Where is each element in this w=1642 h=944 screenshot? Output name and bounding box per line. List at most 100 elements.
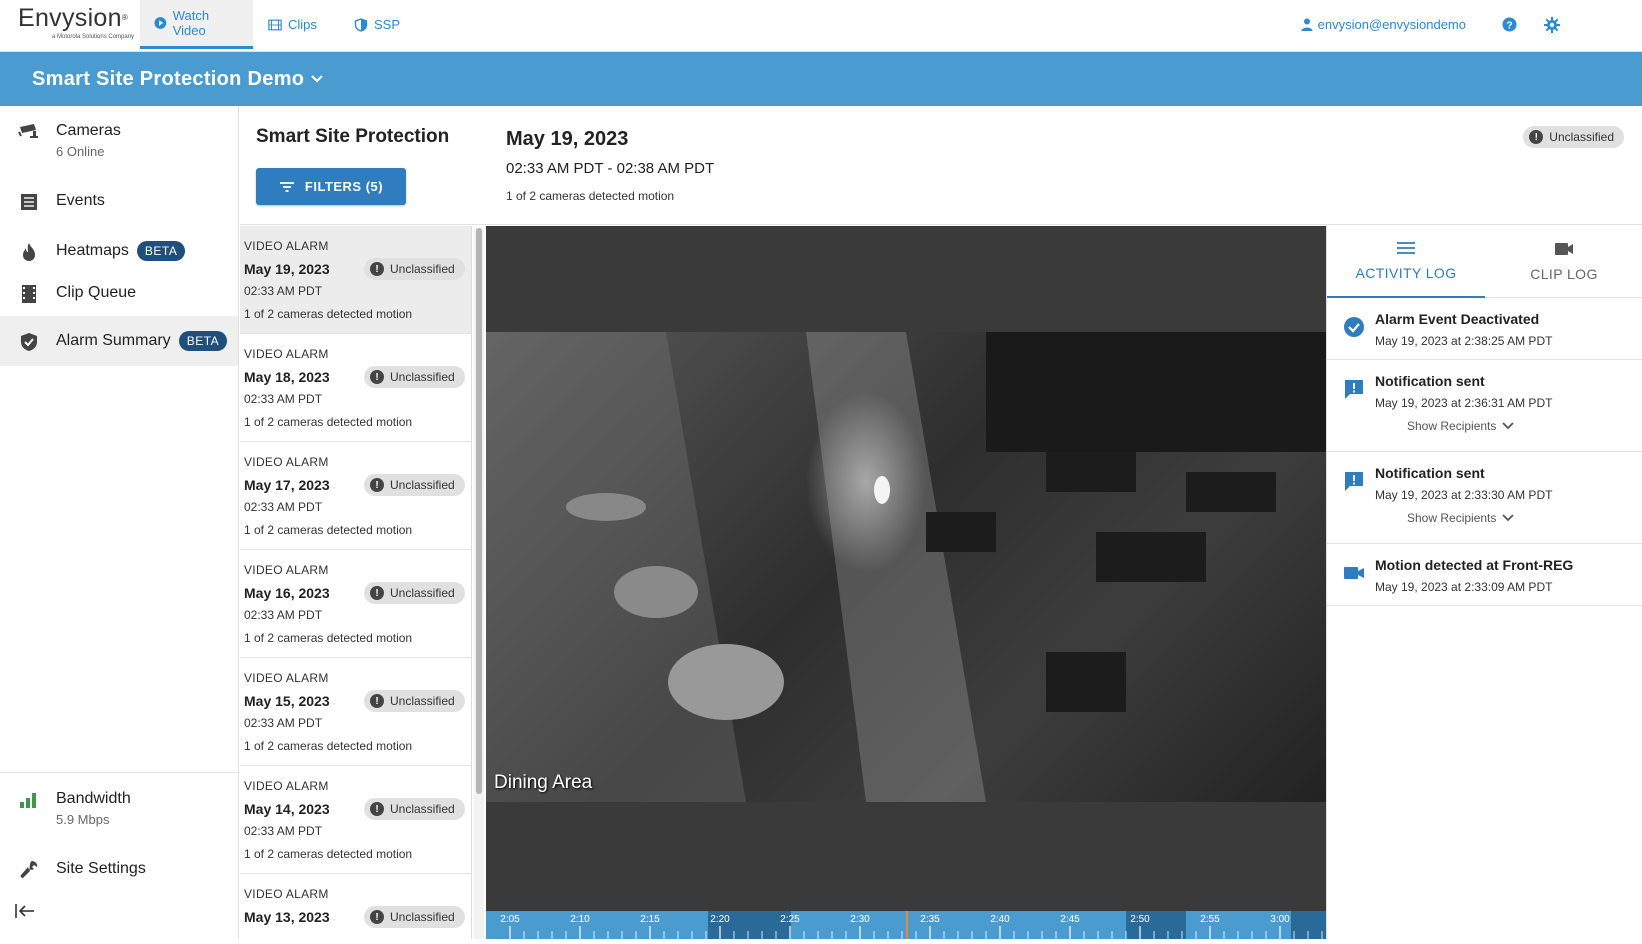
status-label: Unclassified xyxy=(390,586,455,600)
tab-ssp[interactable]: SSP xyxy=(340,0,414,49)
alarm-date: May 15, 2023 xyxy=(244,693,330,709)
video-camera-icon xyxy=(1555,243,1573,255)
filter-icon xyxy=(279,181,294,192)
status-badge[interactable]: ! Unclassified xyxy=(364,798,465,820)
logo-subtitle: a Motorola Solutions Company xyxy=(52,34,135,40)
show-recipients-button[interactable]: Show Recipients xyxy=(1407,511,1515,525)
video-timeline[interactable]: 2:05 2:10 2:15 2:20 2:25 2:30 2:35 2:40 2:45 2:50… xyxy=(486,911,1337,939)
timeline-tick-label: 2:20 xyxy=(710,914,730,925)
alarm-motion: 1 of 2 cameras detected motion xyxy=(244,523,413,537)
alarm-motion: 1 of 2 cameras detected motion xyxy=(244,415,413,429)
tab-clip-log[interactable]: CLIP LOG xyxy=(1485,226,1642,298)
wrench-icon xyxy=(18,859,40,881)
envysion-logo[interactable]: Envysion® a Motorola Solutions Company xyxy=(18,4,136,48)
section-title: Smart Site Protection xyxy=(256,126,450,147)
site-selector-bar: Smart Site Protection Demo xyxy=(0,52,1642,106)
alarm-list-item[interactable]: VIDEO ALARM May 17, 2023 02:33 AM PDT 1 of … xyxy=(240,442,471,550)
alarm-time: 02:33 AM PDT xyxy=(244,500,323,514)
sidebar-item-cameras[interactable]: Cameras 6 Online xyxy=(0,120,238,170)
settings-button[interactable] xyxy=(1544,0,1564,49)
sidebar-item-heatmaps[interactable]: Heatmaps BETA xyxy=(0,235,238,267)
alert-message-icon xyxy=(1343,470,1365,492)
sidebar-item-label: Alarm Summary xyxy=(56,332,171,349)
logo-text: Envysion xyxy=(18,4,122,32)
log-entry-title: Motion detected at Front-REG xyxy=(1375,557,1574,573)
activity-log-entry: Notification sent May 19, 2023 at 2:33:30… xyxy=(1327,453,1642,544)
status-label: Unclassified xyxy=(1549,130,1614,144)
status-badge[interactable]: ! Unclassified xyxy=(364,690,465,712)
alarm-date: May 16, 2023 xyxy=(244,585,330,601)
show-recipients-button[interactable]: Show Recipients xyxy=(1407,419,1515,433)
alert-circle-icon: ! xyxy=(370,694,384,708)
status-badge[interactable]: ! Unclassified xyxy=(364,258,465,280)
alarm-time: 02:33 AM PDT xyxy=(244,392,323,406)
timeline-tick-label: 2:35 xyxy=(920,914,940,925)
status-label: Unclassified xyxy=(390,910,455,924)
alarm-type: VIDEO ALARM xyxy=(244,563,329,577)
timeline-tick-label: 3:00 xyxy=(1270,914,1290,925)
collapse-sidebar-button[interactable] xyxy=(14,902,36,925)
alarm-date: May 19, 2023 xyxy=(244,261,330,277)
status-label: Unclassified xyxy=(390,370,455,384)
timeline-tick-label: 2:30 xyxy=(850,914,870,925)
timeline-tick-label: 2:15 xyxy=(640,914,660,925)
collapse-left-icon xyxy=(15,904,34,918)
status-badge[interactable]: ! Unclassified xyxy=(1523,126,1624,148)
alert-circle-icon: ! xyxy=(1529,130,1544,144)
alarm-date: May 17, 2023 xyxy=(244,477,330,493)
sidebar-item-clip-queue[interactable]: Clip Queue xyxy=(0,282,238,312)
status-badge[interactable]: ! Unclassified xyxy=(364,474,465,496)
status-label: Unclassified xyxy=(390,262,455,276)
check-circle-icon xyxy=(1343,316,1365,338)
sidebar-item-site-settings[interactable]: Site Settings xyxy=(0,858,238,888)
alarm-list-item[interactable]: VIDEO ALARM May 13, 2023! Unclassified xyxy=(240,874,471,939)
status-badge[interactable]: ! Unclassified xyxy=(364,366,465,388)
alarm-time: 02:33 AM PDT xyxy=(244,824,323,838)
timeline-recording-band xyxy=(1291,911,1326,939)
alarm-list-item[interactable]: VIDEO ALARM May 15, 2023 02:33 AM PDT 1 of … xyxy=(240,658,471,766)
site-title[interactable]: Smart Site Protection Demo xyxy=(32,68,304,91)
alarm-motion: 1 of 2 cameras detected motion xyxy=(244,847,413,861)
sidebar-item-bandwidth[interactable]: Bandwidth 5.9 Mbps xyxy=(0,788,238,838)
tab-label: SSP xyxy=(374,17,401,32)
timeline-tick-label: 2:55 xyxy=(1200,914,1220,925)
alarm-list-item[interactable]: VIDEO ALARM May 16, 2023 02:33 AM PDT 1 of … xyxy=(240,550,471,658)
film-icon xyxy=(268,19,282,30)
user-account-menu[interactable]: envysion@envysiondemo xyxy=(1301,0,1466,49)
camera-feed[interactable]: Dining Area xyxy=(486,332,1326,802)
video-camera-icon xyxy=(1343,562,1365,584)
help-button[interactable]: ? xyxy=(1502,0,1522,49)
status-badge[interactable]: ! Unclassified xyxy=(364,906,465,928)
tab-watch-video[interactable]: Watch Video xyxy=(140,0,253,49)
shield-check-icon xyxy=(18,331,40,353)
alarm-motion: 1 of 2 cameras detected motion xyxy=(244,739,413,753)
alarm-list-scrollbar[interactable] xyxy=(474,228,484,939)
camera-scene xyxy=(486,332,1326,802)
camera-label: Dining Area xyxy=(494,772,593,793)
alarm-time: 02:33 AM PDT xyxy=(244,284,323,298)
list-icon xyxy=(18,191,40,213)
sidebar-item-alarm-summary[interactable]: Alarm Summary BETA xyxy=(0,316,238,366)
sidebar-divider xyxy=(0,772,238,773)
timeline-tick-label: 2:10 xyxy=(570,914,590,925)
sidebar: Cameras 6 Online Events Heatmaps BETA Cl… xyxy=(0,106,239,939)
tab-label: Watch Video xyxy=(172,8,210,38)
alert-circle-icon: ! xyxy=(370,478,384,492)
scrollbar-thumb[interactable] xyxy=(476,228,482,794)
alarm-date: May 18, 2023 xyxy=(244,369,330,385)
filters-button[interactable]: FILTERS (5) xyxy=(256,168,406,205)
alarm-date: May 13, 2023 xyxy=(244,909,330,925)
gear-icon xyxy=(1544,16,1560,33)
alarm-list-item[interactable]: VIDEO ALARM May 19, 2023 02:33 AM PDT 1 of … xyxy=(240,226,471,334)
alarm-list-item[interactable]: VIDEO ALARM May 18, 2023 02:33 AM PDT 1 of … xyxy=(240,334,471,442)
status-label: Unclassified xyxy=(390,478,455,492)
sidebar-item-events[interactable]: Events xyxy=(0,190,238,220)
alarm-list-item[interactable]: VIDEO ALARM May 14, 2023 02:33 AM PDT 1 of … xyxy=(240,766,471,874)
status-badge[interactable]: ! Unclassified xyxy=(364,582,465,604)
tab-clips[interactable]: Clips xyxy=(254,0,331,49)
log-entry-time: May 19, 2023 at 2:33:09 AM PDT xyxy=(1375,580,1553,594)
video-player: Dining Area 2:05 2:10 2:15 2:20 2:25 2:30 2:35… xyxy=(486,226,1337,939)
play-circle-icon xyxy=(154,17,167,29)
tab-activity-log[interactable]: ACTIVITY LOG xyxy=(1327,226,1485,298)
chevron-down-icon[interactable] xyxy=(310,74,324,84)
